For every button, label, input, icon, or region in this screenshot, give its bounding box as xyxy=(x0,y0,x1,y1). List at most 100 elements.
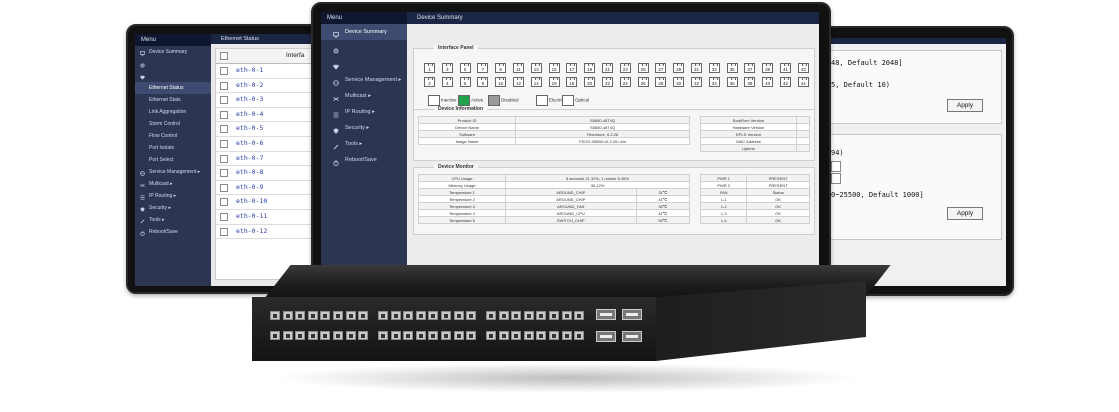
port-icon[interactable]: 31 xyxy=(691,63,702,73)
port-icon[interactable]: 26 xyxy=(637,77,649,87)
interface-name-link[interactable]: eth-0-12 xyxy=(236,225,267,238)
port-icon[interactable]: 39 xyxy=(762,63,774,73)
port-icon[interactable]: 4 xyxy=(441,77,453,87)
nav-item[interactable]: Port Select xyxy=(135,154,211,166)
row-checkbox[interactable] xyxy=(220,139,228,148)
nav-item[interactable]: Ethernet Status xyxy=(135,82,211,94)
row-checkbox[interactable] xyxy=(220,154,228,163)
port-icon[interactable]: 41 xyxy=(780,63,791,73)
port-icon[interactable]: 12 xyxy=(513,77,524,87)
port-icon[interactable]: 6 xyxy=(459,77,471,87)
port-icon[interactable]: 36 xyxy=(726,77,738,87)
nav-item[interactable]: Ethernet Stats xyxy=(135,94,211,106)
port-icon[interactable]: 10 xyxy=(495,77,507,87)
row-checkbox[interactable] xyxy=(220,110,228,119)
nav-item[interactable]: Tools ▸ xyxy=(321,136,407,152)
port-icon[interactable]: 1 xyxy=(424,63,435,73)
interface-name-link[interactable]: eth-0-6 xyxy=(236,137,263,150)
nav-item[interactable] xyxy=(321,40,407,56)
interface-name-link[interactable]: eth-0-4 xyxy=(236,108,263,121)
nav-item[interactable]: Service Management ▸ xyxy=(135,166,211,178)
interface-name-link[interactable]: eth-0-8 xyxy=(236,166,263,179)
port-icon[interactable]: 38 xyxy=(744,77,756,87)
apply-button-2[interactable]: Apply xyxy=(947,207,983,220)
nav-item[interactable]: Multicast ▸ xyxy=(135,178,211,190)
port-icon[interactable]: 5 xyxy=(459,63,471,73)
port-icon[interactable]: 18 xyxy=(566,77,578,87)
apply-button-1[interactable]: Apply xyxy=(947,99,983,112)
interface-name-link[interactable]: eth-0-9 xyxy=(236,181,263,194)
nav-item[interactable] xyxy=(135,70,211,82)
port-icon[interactable]: 14 xyxy=(530,77,542,87)
port-icon[interactable]: 40 xyxy=(762,77,774,87)
port-icon[interactable]: 8 xyxy=(477,77,489,87)
nav-item[interactable]: Device Summary xyxy=(321,24,407,40)
value-input-2[interactable] xyxy=(831,173,841,184)
nav-item[interactable]: Multicast ▸ xyxy=(321,88,407,104)
interface-name-link[interactable]: eth-0-11 xyxy=(236,210,267,223)
nav-item[interactable]: Link Aggregation xyxy=(135,106,211,118)
row-checkbox[interactable] xyxy=(220,227,228,236)
port-icon[interactable]: 7 xyxy=(477,63,489,73)
port-icon[interactable]: 21 xyxy=(602,63,613,73)
interface-name-link[interactable]: eth-0-7 xyxy=(236,152,263,165)
port-icon[interactable]: 17 xyxy=(566,63,578,73)
port-icon[interactable]: 3 xyxy=(441,63,453,73)
port-icon[interactable]: 24 xyxy=(619,77,631,87)
row-checkbox[interactable] xyxy=(220,81,228,90)
interface-name-link[interactable]: eth-0-1 xyxy=(236,64,263,77)
interface-name-link[interactable]: eth-0-5 xyxy=(236,122,263,135)
row-checkbox[interactable] xyxy=(220,212,228,221)
port-icon[interactable]: 42 xyxy=(780,77,791,87)
row-checkbox[interactable] xyxy=(220,125,228,134)
nav-item[interactable]: Device Summary xyxy=(135,46,211,58)
port-icon[interactable]: 35 xyxy=(726,63,738,73)
nav-item[interactable]: Security ▸ xyxy=(135,202,211,214)
nav-item[interactable]: Service Management ▸ xyxy=(321,72,407,88)
port-icon[interactable]: 34 xyxy=(708,77,720,87)
nav-item[interactable]: IP Routing ▸ xyxy=(135,190,211,202)
nav-item[interactable] xyxy=(135,58,211,70)
nav-item[interactable]: Tools ▸ xyxy=(135,214,211,226)
interface-name-link[interactable]: eth-0-2 xyxy=(236,79,263,92)
nav-item[interactable]: Reboot/Save xyxy=(135,226,211,238)
row-checkbox[interactable] xyxy=(220,198,228,207)
row-checkbox[interactable] xyxy=(220,183,228,192)
row-checkbox[interactable] xyxy=(220,67,228,75)
port-icon[interactable]: 28 xyxy=(655,77,667,87)
nav-item[interactable]: IP Routing ▸ xyxy=(321,104,407,120)
port-icon[interactable]: 20 xyxy=(584,77,596,87)
nav-item[interactable]: Storm Control xyxy=(135,118,211,130)
port-icon[interactable]: 33 xyxy=(708,63,720,73)
interface-name-link[interactable]: eth-0-3 xyxy=(236,93,263,106)
nav-item[interactable]: Security ▸ xyxy=(321,120,407,136)
port-icon[interactable]: 13 xyxy=(530,63,542,73)
port-icon[interactable]: 2 xyxy=(424,77,435,87)
row-checkbox[interactable] xyxy=(220,96,228,105)
port-icon[interactable]: 9 xyxy=(495,63,507,73)
port-icon[interactable]: 44 xyxy=(797,77,809,87)
port-icon[interactable]: 23 xyxy=(619,63,631,73)
port-icon[interactable]: 25 xyxy=(637,63,649,73)
ethernet-status-table: Interfa eth-0-1 eth-0-2 eth-0-3 eth-0-4 eth-… xyxy=(215,48,318,280)
port-icon[interactable]: 37 xyxy=(744,63,756,73)
port-icon[interactable]: 32 xyxy=(691,77,702,87)
select-all-checkbox[interactable] xyxy=(220,52,228,60)
port-icon[interactable]: 43 xyxy=(797,63,809,73)
port-icon[interactable]: 29 xyxy=(673,63,685,73)
port-icon[interactable]: 19 xyxy=(584,63,596,73)
port-icon[interactable]: 27 xyxy=(655,63,667,73)
port-icon[interactable]: 15 xyxy=(548,63,560,73)
row-checkbox[interactable] xyxy=(220,169,228,178)
interface-name-link[interactable]: eth-0-10 xyxy=(236,195,267,208)
table-row: Memory Usage 30.12% xyxy=(418,181,690,189)
port-icon[interactable]: 22 xyxy=(602,77,613,87)
nav-item[interactable]: Reboot/Save xyxy=(321,152,407,168)
port-icon[interactable]: 11 xyxy=(513,63,524,73)
nav-item[interactable]: Port Isolate xyxy=(135,142,211,154)
nav-item[interactable] xyxy=(321,56,407,72)
nav-item[interactable]: Flow Control xyxy=(135,130,211,142)
port-icon[interactable]: 30 xyxy=(673,77,685,87)
port-icon[interactable]: 16 xyxy=(548,77,560,87)
value-input-1[interactable] xyxy=(831,161,841,172)
